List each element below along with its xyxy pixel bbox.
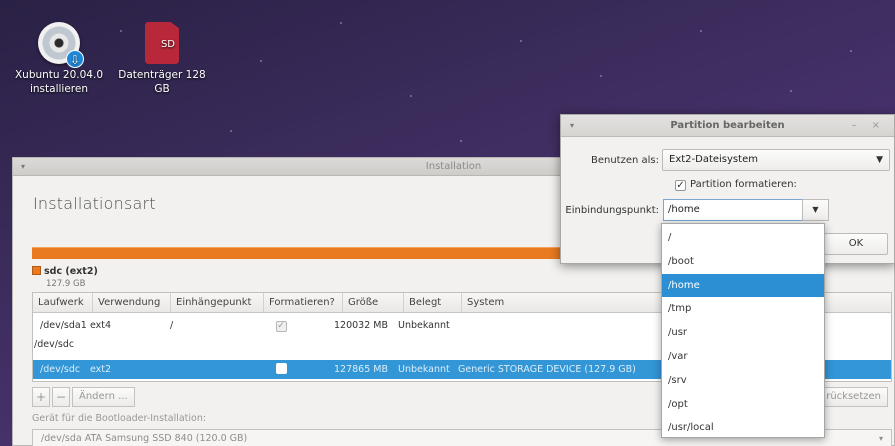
col-header-size[interactable]: Größe bbox=[343, 293, 404, 312]
cell-type: ext4 bbox=[90, 320, 112, 331]
mount-option[interactable]: /srv bbox=[662, 369, 824, 393]
cell-size: 120032 MB bbox=[334, 320, 388, 331]
partition-legend-name: sdc (ext2) bbox=[44, 266, 98, 277]
mount-option[interactable]: /usr/local bbox=[662, 416, 824, 440]
mount-option-selected[interactable]: /home bbox=[662, 273, 824, 298]
use-as-value: Ext2-Dateisystem bbox=[669, 154, 758, 165]
use-as-label: Benutzen als: bbox=[590, 155, 659, 166]
chevron-down-icon: ▼ bbox=[812, 205, 819, 214]
chevron-down-icon: ▼ bbox=[876, 155, 883, 165]
bootloader-value: /dev/sda ATA Samsung SSD 840 (120.0 GB) bbox=[41, 433, 248, 444]
mount-point-input[interactable]: /home bbox=[663, 199, 803, 221]
bootloader-label: Gerät für die Bootloader-Installation: bbox=[32, 413, 207, 424]
format-checkbox[interactable] bbox=[275, 362, 287, 374]
window-menu-icon[interactable]: ▾ bbox=[570, 115, 574, 137]
page-title: Installationsart bbox=[33, 194, 156, 213]
col-header-used[interactable]: Belegt bbox=[404, 293, 462, 312]
installer-window-title: Installation bbox=[425, 161, 482, 172]
change-partition-button[interactable]: Ändern ... bbox=[72, 387, 135, 407]
dialog-titlebar: ▾ Partition bearbeiten – × bbox=[561, 115, 894, 137]
col-header-device[interactable]: Laufwerk bbox=[33, 293, 93, 312]
desktop-icon-install-label: Xubuntu 20.04.0 installieren bbox=[14, 69, 103, 95]
mount-option[interactable]: /boot bbox=[662, 250, 824, 274]
cell-type: ext2 bbox=[90, 364, 112, 375]
cd-install-icon: ⇩ bbox=[38, 22, 84, 68]
chevron-down-icon: ▾ bbox=[878, 434, 883, 443]
desktop-icon-install[interactable]: ⇩ Xubuntu 20.04.0 installieren bbox=[14, 22, 104, 96]
mount-option[interactable]: /opt bbox=[662, 393, 824, 417]
mount-option[interactable]: /var bbox=[662, 345, 824, 369]
cell-used: Unbekannt bbox=[398, 364, 450, 375]
ok-button[interactable]: OK bbox=[824, 233, 888, 255]
mount-option[interactable]: /usr bbox=[662, 321, 824, 345]
desktop-icon-sd-label: Datenträger 128 GB bbox=[118, 69, 206, 95]
cell-device: /dev/sdc bbox=[34, 339, 75, 350]
col-header-type[interactable]: Verwendung bbox=[93, 293, 171, 312]
format-partition-checkbox[interactable]: ✓ bbox=[675, 180, 686, 191]
partition-legend: sdc (ext2) 127.9 GB bbox=[32, 266, 98, 289]
cell-mount: / bbox=[170, 320, 174, 331]
partition-legend-size: 127.9 GB bbox=[46, 279, 86, 289]
format-option[interactable]: ✓ Partition formatieren: bbox=[675, 179, 797, 191]
cell-used: Unbekannt bbox=[398, 320, 450, 331]
col-header-mount[interactable]: Einhängepunkt bbox=[171, 293, 264, 312]
mount-option[interactable]: / bbox=[662, 226, 824, 250]
mount-point-label: Einbindungspunkt: bbox=[565, 205, 659, 216]
cell-device: /dev/sda1 bbox=[40, 320, 87, 331]
sd-card-icon: SD bbox=[145, 22, 179, 64]
format-checkbox[interactable]: ✓ bbox=[275, 320, 287, 332]
format-partition-label: Partition formatieren: bbox=[690, 179, 797, 190]
use-as-select[interactable]: Ext2-Dateisystem ▼ bbox=[662, 149, 890, 171]
partition-swatch bbox=[32, 266, 41, 275]
cell-size: 127865 MB bbox=[334, 364, 388, 375]
partition-toolbar: + − Ändern ... bbox=[32, 387, 135, 407]
dialog-title: Partition bearbeiten bbox=[670, 120, 785, 131]
col-header-format[interactable]: Formatieren? bbox=[264, 293, 343, 312]
mount-option[interactable]: /tmp bbox=[662, 297, 824, 321]
window-controls[interactable]: – × bbox=[851, 115, 886, 137]
reset-button[interactable]: rücksetzen bbox=[819, 387, 888, 407]
window-menu-icon[interactable]: ▾ bbox=[21, 158, 25, 176]
mount-point-dropdown-button[interactable]: ▼ bbox=[802, 199, 829, 221]
remove-partition-button[interactable]: − bbox=[52, 387, 70, 407]
cell-device: /dev/sdc bbox=[40, 364, 81, 375]
desktop-icon-sd[interactable]: SD Datenträger 128 GB bbox=[117, 22, 207, 96]
add-partition-button[interactable]: + bbox=[32, 387, 50, 407]
cell-system: Generic STORAGE DEVICE (127.9 GB) bbox=[458, 364, 636, 375]
mount-point-dropdown: / /boot /home /tmp /usr /var /srv /opt /… bbox=[661, 223, 825, 438]
